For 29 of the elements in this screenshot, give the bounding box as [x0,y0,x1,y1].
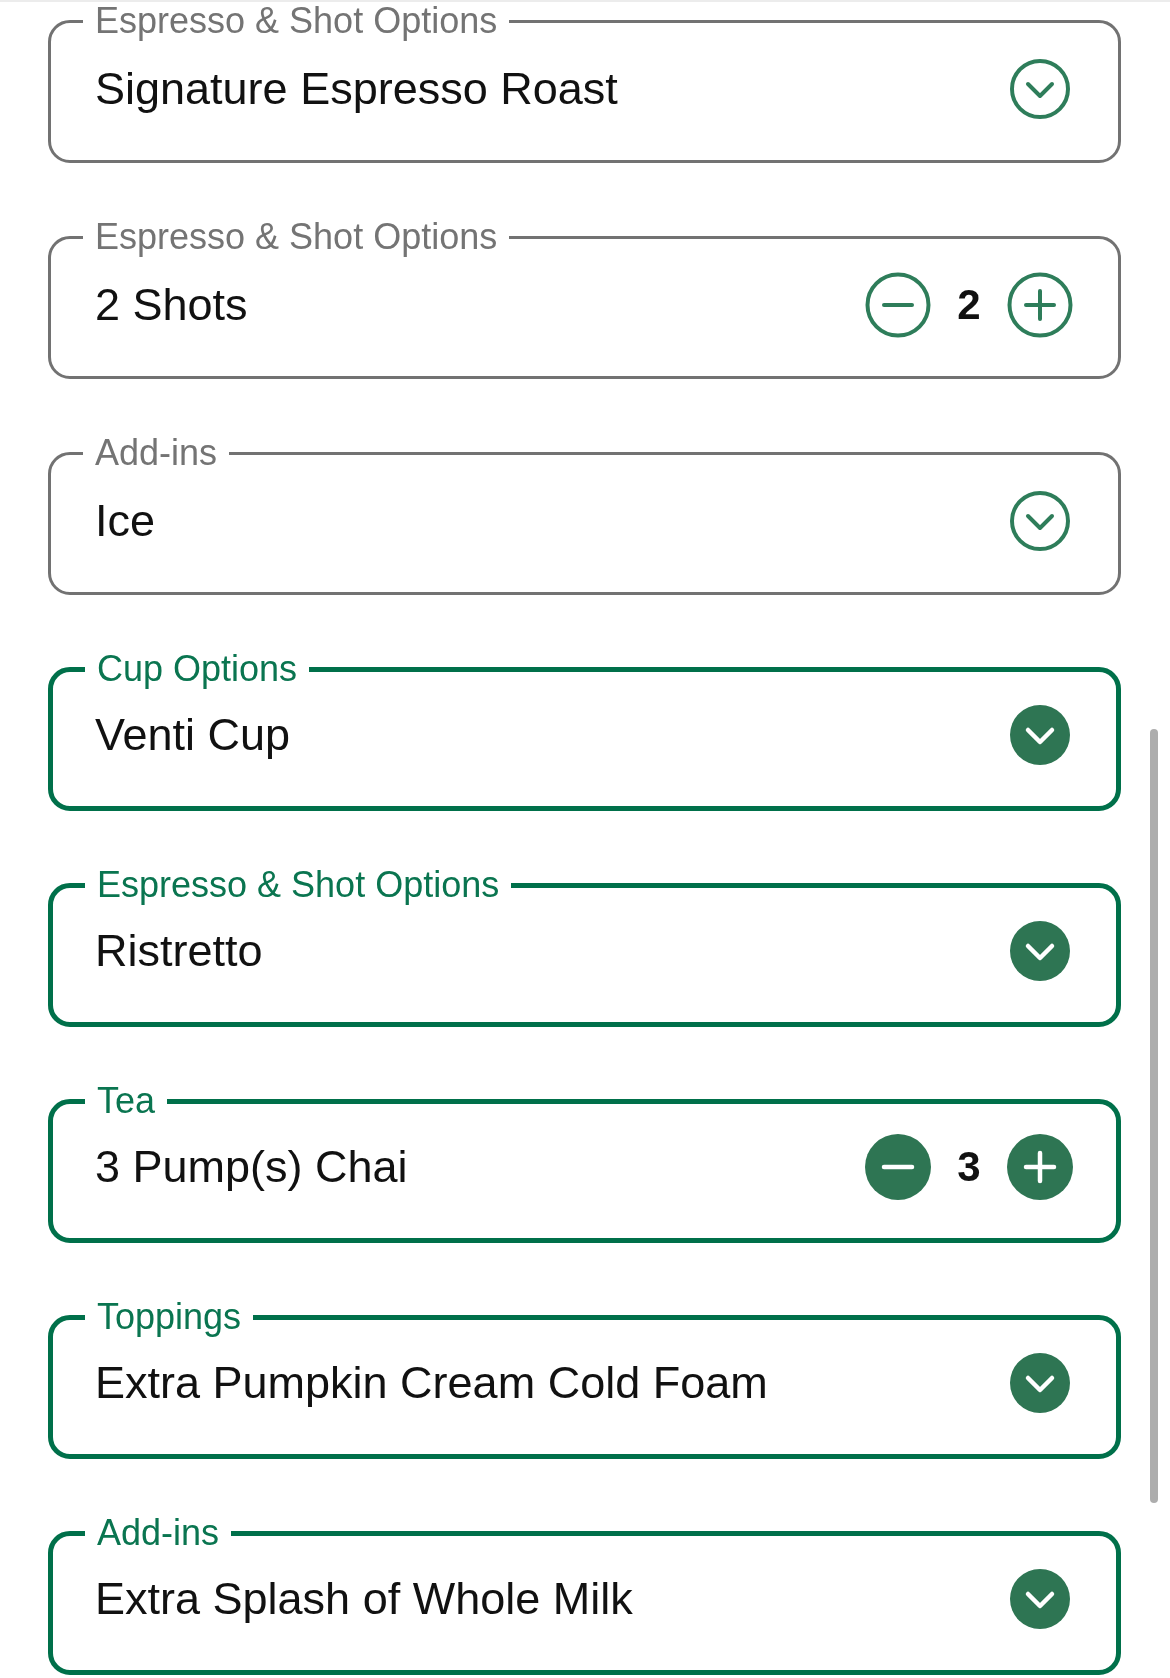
minus-icon[interactable] [865,1134,931,1200]
field-label: Espresso & Shot Options [94,2,499,40]
plus-icon[interactable] [1007,272,1073,338]
chevron-down-icon[interactable] [1010,705,1070,765]
field-value: 3 Pump(s) Chai [95,1141,409,1193]
chevron-down-icon[interactable] [1010,491,1070,551]
field-value: Signature Espresso Roast [95,63,619,115]
chevron-down-icon[interactable] [1010,921,1070,981]
field-value: Venti Cup [95,709,292,761]
field-value: Extra Splash of Whole Milk [95,1573,634,1625]
quantity-value: 2 [956,281,982,329]
field-value: Ice [95,495,157,547]
field-label: Add-ins [96,1514,221,1552]
chevron-down-icon[interactable] [1010,59,1070,119]
field-label: Tea [96,1082,157,1120]
field-label: Espresso & Shot Options [96,866,501,904]
scrollbar-thumb[interactable] [1150,729,1158,1503]
field-value: 2 Shots [95,279,249,331]
field-value: Extra Pumpkin Cream Cold Foam [95,1357,769,1409]
plus-icon[interactable] [1007,1134,1073,1200]
chevron-down-icon[interactable] [1010,1569,1070,1629]
field-label: Cup Options [96,650,299,688]
field-label: Add-ins [94,434,219,472]
minus-icon[interactable] [865,272,931,338]
chevron-down-icon[interactable] [1010,1353,1070,1413]
field-value: Ristretto [95,925,264,977]
field-label: Espresso & Shot Options [94,218,499,256]
field-label: Toppings [96,1298,243,1336]
quantity-value: 3 [956,1143,982,1191]
